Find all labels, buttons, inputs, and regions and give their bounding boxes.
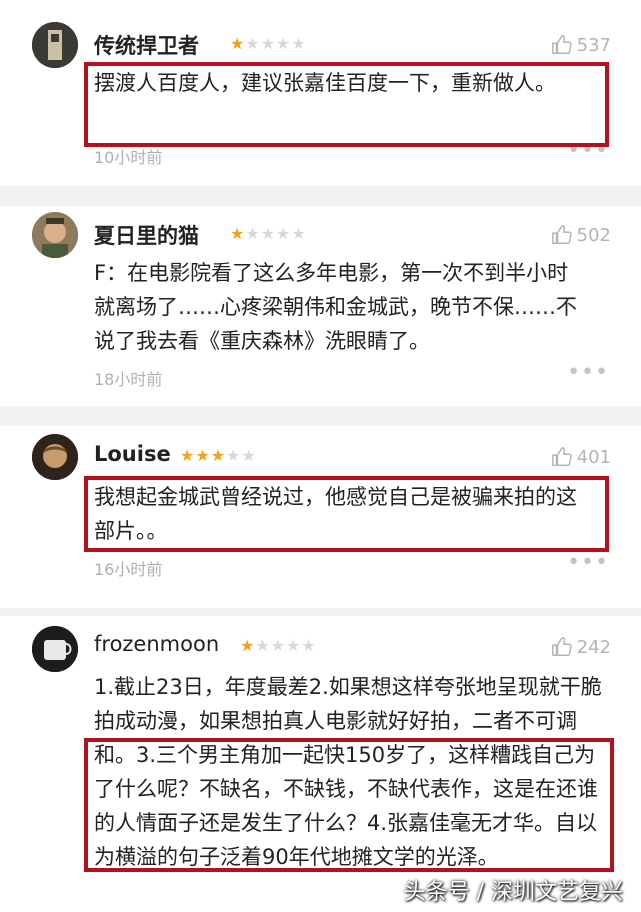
highlight-box: [84, 62, 609, 147]
thumbs-up-icon: [551, 225, 572, 244]
star-empty-icon: ★: [276, 224, 292, 243]
review-time: 10小时前: [94, 148, 163, 167]
star-filled-icon: ★: [230, 34, 246, 53]
review-time: 18小时前: [94, 370, 163, 389]
avatar[interactable]: [32, 212, 78, 258]
like-button[interactable]: 537: [551, 34, 611, 56]
star-filled-icon: ★: [180, 446, 196, 465]
like-count: 242: [576, 636, 611, 658]
star-empty-icon: ★: [291, 224, 307, 243]
rating-stars: ★★★★★: [230, 224, 307, 243]
highlight-box: [84, 738, 614, 872]
thumbs-up-icon: [551, 35, 572, 54]
avatar-image: [32, 434, 78, 480]
username[interactable]: frozenmoon: [94, 632, 219, 656]
highlight-box: [84, 476, 609, 552]
star-empty-icon: ★: [245, 224, 261, 243]
star-empty-icon: ★: [245, 34, 261, 53]
avatar-image: [32, 22, 78, 68]
avatar[interactable]: [32, 22, 78, 68]
rating-stars: ★★★★★: [240, 636, 317, 655]
thumbs-up-icon: [551, 637, 572, 656]
star-empty-icon: ★: [270, 636, 287, 655]
star-empty-icon: ★: [301, 636, 317, 655]
star-empty-icon: ★: [255, 636, 271, 655]
like-button[interactable]: 502: [551, 224, 611, 246]
review-text: F：在电影院看了这么多年电影，第一次不到半小时就离场了……心疼梁朝伟和金城武，晚…: [94, 261, 577, 353]
username[interactable]: 传统捍卫者: [94, 30, 199, 60]
like-count: 537: [576, 34, 611, 56]
watermark: 头条号 / 深圳文艺复兴: [403, 880, 623, 905]
like-button[interactable]: 242: [551, 636, 611, 658]
divider: [0, 186, 641, 206]
divider: [0, 406, 641, 426]
star-filled-icon: ★: [210, 446, 227, 465]
avatar-image: [32, 626, 78, 672]
like-button[interactable]: 401: [551, 446, 611, 468]
star-empty-icon: ★: [286, 636, 302, 655]
more-icon[interactable]: •••: [567, 550, 609, 575]
star-filled-icon: ★: [230, 224, 246, 243]
avatar[interactable]: [32, 434, 78, 480]
star-filled-icon: ★: [195, 446, 211, 465]
star-filled-icon: ★: [240, 636, 256, 655]
more-icon[interactable]: •••: [567, 360, 609, 385]
like-count: 401: [576, 446, 611, 468]
rating-stars: ★★★★★: [180, 446, 257, 465]
review-card: 夏日里的猫 ★★★★★ 502 F：在电影院看了这么多年电影，第一次不到半小时就…: [0, 206, 641, 406]
star-empty-icon: ★: [260, 224, 277, 243]
star-empty-icon: ★: [226, 446, 242, 465]
thumbs-up-icon: [551, 447, 572, 466]
star-empty-icon: ★: [241, 446, 257, 465]
avatar-image: [32, 212, 78, 258]
like-count: 502: [576, 224, 611, 246]
star-empty-icon: ★: [291, 34, 307, 53]
star-empty-icon: ★: [276, 34, 292, 53]
username[interactable]: 夏日里的猫: [94, 220, 199, 250]
avatar[interactable]: [32, 626, 78, 672]
username[interactable]: Louise: [94, 442, 171, 466]
star-empty-icon: ★: [260, 34, 277, 53]
review-time: 16小时前: [94, 560, 163, 579]
rating-stars: ★★★★★: [230, 34, 307, 53]
